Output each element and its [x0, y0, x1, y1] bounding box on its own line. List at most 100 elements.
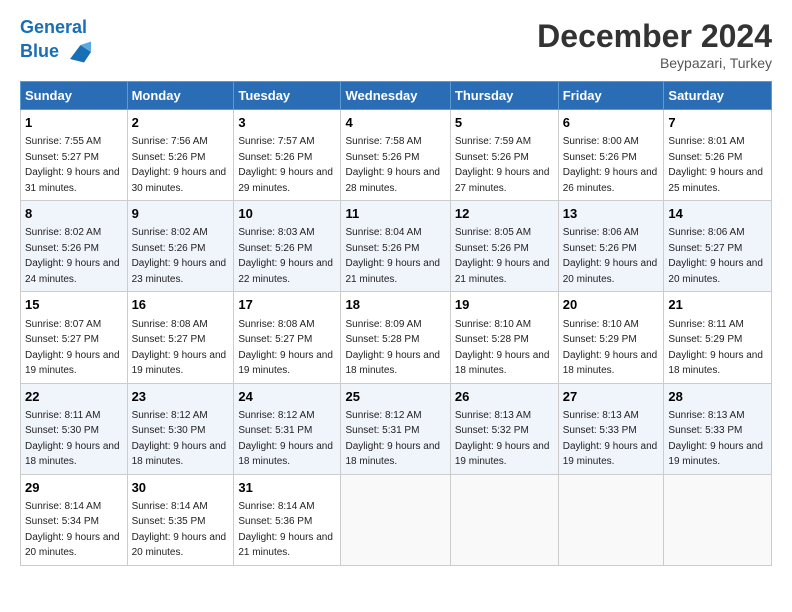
- day-info: Sunrise: 8:02 AMSunset: 5:26 PMDaylight:…: [25, 227, 120, 285]
- day-info: Sunrise: 8:06 AMSunset: 5:27 PMDaylight:…: [668, 227, 763, 285]
- col-header-thursday: Thursday: [450, 82, 558, 110]
- day-number: 16: [132, 296, 230, 314]
- calendar-cell: 20 Sunrise: 8:10 AMSunset: 5:29 PMDayligh…: [558, 292, 664, 383]
- day-info: Sunrise: 7:55 AMSunset: 5:27 PMDaylight:…: [25, 136, 120, 194]
- day-info: Sunrise: 8:13 AMSunset: 5:33 PMDaylight:…: [563, 410, 658, 468]
- calendar-cell: 6 Sunrise: 8:00 AMSunset: 5:26 PMDaylight…: [558, 110, 664, 201]
- day-info: Sunrise: 7:56 AMSunset: 5:26 PMDaylight:…: [132, 136, 227, 194]
- day-info: Sunrise: 8:11 AMSunset: 5:29 PMDaylight:…: [668, 319, 763, 377]
- month-title: December 2024: [537, 18, 772, 55]
- day-info: Sunrise: 8:00 AMSunset: 5:26 PMDaylight:…: [563, 136, 658, 194]
- calendar-cell: 10 Sunrise: 8:03 AMSunset: 5:26 PMDayligh…: [234, 201, 341, 292]
- calendar-cell: 14Sunrise: 8:06 AMSunset: 5:27 PMDayligh…: [664, 201, 772, 292]
- col-header-saturday: Saturday: [664, 82, 772, 110]
- calendar-cell: 17 Sunrise: 8:08 AMSunset: 5:27 PMDayligh…: [234, 292, 341, 383]
- day-number: 20: [563, 296, 660, 314]
- day-info: Sunrise: 8:02 AMSunset: 5:26 PMDaylight:…: [132, 227, 227, 285]
- day-number: 10: [238, 205, 336, 223]
- calendar-cell: 30Sunrise: 8:14 AMSunset: 5:35 PMDayligh…: [127, 474, 234, 565]
- location: Beypazari, Turkey: [537, 55, 772, 71]
- day-number: 17: [238, 296, 336, 314]
- day-number: 12: [455, 205, 554, 223]
- day-info: Sunrise: 8:03 AMSunset: 5:26 PMDaylight:…: [238, 227, 333, 285]
- logo-text: General: [20, 18, 91, 38]
- day-number: 29: [25, 479, 123, 497]
- day-info: Sunrise: 8:14 AMSunset: 5:36 PMDaylight:…: [238, 501, 333, 559]
- day-info: Sunrise: 8:10 AMSunset: 5:29 PMDaylight:…: [563, 319, 658, 377]
- day-number: 31: [238, 479, 336, 497]
- day-number: 6: [563, 114, 660, 132]
- day-info: Sunrise: 8:14 AMSunset: 5:34 PMDaylight:…: [25, 501, 120, 559]
- day-number: 26: [455, 388, 554, 406]
- calendar-cell: 23 Sunrise: 8:12 AMSunset: 5:30 PMDayligh…: [127, 383, 234, 474]
- day-number: 7: [668, 114, 767, 132]
- day-info: Sunrise: 7:59 AMSunset: 5:26 PMDaylight:…: [455, 136, 550, 194]
- day-number: 15: [25, 296, 123, 314]
- day-info: Sunrise: 7:57 AMSunset: 5:26 PMDaylight:…: [238, 136, 333, 194]
- col-header-tuesday: Tuesday: [234, 82, 341, 110]
- day-info: Sunrise: 8:12 AMSunset: 5:31 PMDaylight:…: [238, 410, 333, 468]
- day-number: 1: [25, 114, 123, 132]
- day-number: 11: [345, 205, 445, 223]
- day-number: 19: [455, 296, 554, 314]
- day-number: 5: [455, 114, 554, 132]
- calendar-cell: [341, 474, 450, 565]
- calendar-cell: 18Sunrise: 8:09 AMSunset: 5:28 PMDayligh…: [341, 292, 450, 383]
- calendar-cell: 29 Sunrise: 8:14 AMSunset: 5:34 PMDayligh…: [21, 474, 128, 565]
- day-info: Sunrise: 8:08 AMSunset: 5:27 PMDaylight:…: [132, 319, 227, 377]
- calendar-cell: [558, 474, 664, 565]
- calendar-cell: 16 Sunrise: 8:08 AMSunset: 5:27 PMDayligh…: [127, 292, 234, 383]
- day-number: 21: [668, 296, 767, 314]
- day-info: Sunrise: 8:12 AMSunset: 5:31 PMDaylight:…: [345, 410, 440, 468]
- calendar-table: SundayMondayTuesdayWednesdayThursdayFrid…: [20, 81, 772, 566]
- col-header-sunday: Sunday: [21, 82, 128, 110]
- logo: General Blue: [20, 18, 91, 66]
- logo-general: General: [20, 17, 87, 37]
- day-info: Sunrise: 8:11 AMSunset: 5:30 PMDaylight:…: [25, 410, 120, 468]
- calendar-cell: 26 Sunrise: 8:13 AMSunset: 5:32 PMDayligh…: [450, 383, 558, 474]
- day-number: 3: [238, 114, 336, 132]
- day-info: Sunrise: 8:13 AMSunset: 5:32 PMDaylight:…: [455, 410, 550, 468]
- day-info: Sunrise: 8:01 AMSunset: 5:26 PMDaylight:…: [668, 136, 763, 194]
- day-number: 23: [132, 388, 230, 406]
- col-header-monday: Monday: [127, 82, 234, 110]
- day-info: Sunrise: 8:07 AMSunset: 5:27 PMDaylight:…: [25, 319, 120, 377]
- calendar-cell: 4 Sunrise: 7:58 AMSunset: 5:26 PMDaylight…: [341, 110, 450, 201]
- title-block: December 2024 Beypazari, Turkey: [537, 18, 772, 71]
- calendar-cell: 19Sunrise: 8:10 AMSunset: 5:28 PMDayligh…: [450, 292, 558, 383]
- logo-blue: Blue: [20, 42, 59, 62]
- calendar-cell: 25 Sunrise: 8:12 AMSunset: 5:31 PMDayligh…: [341, 383, 450, 474]
- calendar-cell: 11 Sunrise: 8:04 AMSunset: 5:26 PMDayligh…: [341, 201, 450, 292]
- day-info: Sunrise: 8:04 AMSunset: 5:26 PMDaylight:…: [345, 227, 440, 285]
- day-info: Sunrise: 7:58 AMSunset: 5:26 PMDaylight:…: [345, 136, 440, 194]
- day-info: Sunrise: 8:12 AMSunset: 5:30 PMDaylight:…: [132, 410, 227, 468]
- calendar-cell: 9 Sunrise: 8:02 AMSunset: 5:26 PMDaylight…: [127, 201, 234, 292]
- calendar-cell: 1 Sunrise: 7:55 AMSunset: 5:27 PMDaylight…: [21, 110, 128, 201]
- calendar-cell: 12 Sunrise: 8:05 AMSunset: 5:26 PMDayligh…: [450, 201, 558, 292]
- day-number: 24: [238, 388, 336, 406]
- calendar-cell: [664, 474, 772, 565]
- day-info: Sunrise: 8:08 AMSunset: 5:27 PMDaylight:…: [238, 319, 333, 377]
- calendar-cell: 13Sunrise: 8:06 AMSunset: 5:26 PMDayligh…: [558, 201, 664, 292]
- calendar-cell: 27Sunrise: 8:13 AMSunset: 5:33 PMDayligh…: [558, 383, 664, 474]
- day-number: 9: [132, 205, 230, 223]
- day-number: 4: [345, 114, 445, 132]
- day-number: 28: [668, 388, 767, 406]
- day-number: 22: [25, 388, 123, 406]
- col-header-wednesday: Wednesday: [341, 82, 450, 110]
- day-info: Sunrise: 8:06 AMSunset: 5:26 PMDaylight:…: [563, 227, 658, 285]
- calendar-cell: 3 Sunrise: 7:57 AMSunset: 5:26 PMDaylight…: [234, 110, 341, 201]
- day-number: 25: [345, 388, 445, 406]
- calendar-cell: 24 Sunrise: 8:12 AMSunset: 5:31 PMDayligh…: [234, 383, 341, 474]
- calendar-cell: 15 Sunrise: 8:07 AMSunset: 5:27 PMDayligh…: [21, 292, 128, 383]
- page-container: General Blue December 2024 Beypazari, Tu…: [0, 0, 792, 576]
- calendar-cell: [450, 474, 558, 565]
- calendar-cell: 28 Sunrise: 8:13 AMSunset: 5:33 PMDayligh…: [664, 383, 772, 474]
- calendar-cell: 7 Sunrise: 8:01 AMSunset: 5:26 PMDaylight…: [664, 110, 772, 201]
- day-info: Sunrise: 8:05 AMSunset: 5:26 PMDaylight:…: [455, 227, 550, 285]
- day-info: Sunrise: 8:09 AMSunset: 5:28 PMDaylight:…: [345, 319, 440, 377]
- day-info: Sunrise: 8:13 AMSunset: 5:33 PMDaylight:…: [668, 410, 763, 468]
- day-number: 8: [25, 205, 123, 223]
- calendar-cell: 2Sunrise: 7:56 AMSunset: 5:26 PMDaylight…: [127, 110, 234, 201]
- calendar-cell: 8 Sunrise: 8:02 AMSunset: 5:26 PMDaylight…: [21, 201, 128, 292]
